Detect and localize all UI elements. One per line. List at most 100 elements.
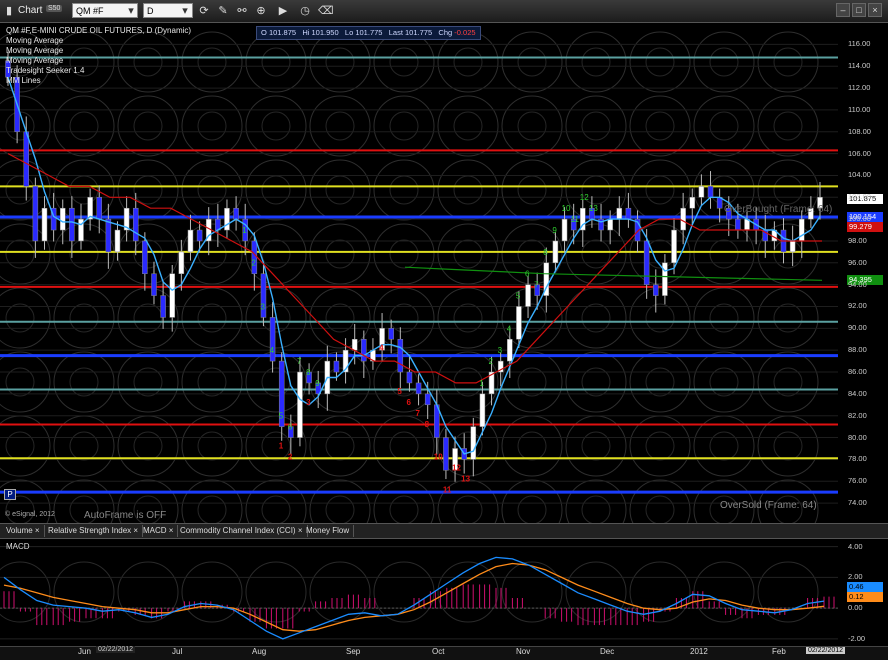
lattice-circle	[5, 111, 35, 141]
link-icon[interactable]: ⚯	[235, 4, 249, 18]
lattice-circle	[581, 239, 611, 269]
candle-body	[479, 393, 486, 427]
lattice-circle	[373, 223, 435, 285]
candle-body	[160, 295, 166, 318]
maximize-button[interactable]: □	[852, 3, 866, 17]
candle-body	[415, 382, 422, 395]
lattice-circle	[69, 303, 99, 333]
interval-dropdown-icon[interactable]: ▾	[178, 4, 192, 18]
candle-body	[196, 229, 203, 242]
lattice-circle	[373, 159, 435, 221]
change-label: Chg	[438, 28, 453, 37]
lattice-circle	[197, 111, 227, 141]
lattice-circle	[69, 111, 99, 141]
candle-body	[671, 229, 677, 264]
lattice-circle	[517, 47, 547, 77]
lattice-circle	[181, 351, 243, 413]
price-tick-label: 104.00	[848, 170, 871, 180]
price-tick-label: 82.00	[848, 410, 867, 420]
lattice-circle	[325, 431, 355, 461]
close-button[interactable]: ×	[868, 3, 882, 17]
legend-line: QM #F,E-MINI CRUDE OIL FUTURES, D (Dynam…	[6, 26, 192, 35]
x-tick-label: Feb	[772, 647, 786, 656]
p-marker-icon[interactable]: P	[4, 489, 16, 500]
price-tag: 99.279	[847, 221, 883, 232]
eraser-icon[interactable]: ⌫	[318, 4, 334, 18]
seq-number-red: 4	[379, 343, 384, 352]
minimize-button[interactable]: –	[836, 3, 850, 17]
lattice-circle	[693, 95, 755, 157]
lattice-circle	[453, 239, 483, 269]
candle-body	[32, 186, 39, 242]
candle-body	[41, 207, 48, 242]
macd-chart[interactable]	[0, 538, 888, 646]
candle-body	[361, 339, 367, 362]
legend-line: Tradesight Seeker 1.4	[6, 66, 85, 75]
lattice-circle	[261, 175, 291, 205]
refresh-icon[interactable]: ⟳	[197, 4, 211, 18]
lattice-circle	[261, 431, 291, 461]
lattice-circle	[709, 431, 739, 461]
lattice-circle	[69, 175, 99, 205]
lattice-circle	[501, 159, 563, 221]
seq-number-red: 10	[434, 453, 443, 462]
tab-volume[interactable]: Volume ×	[2, 525, 45, 537]
candle-body	[105, 218, 112, 253]
lattice-circle	[373, 95, 435, 157]
candle-body	[424, 393, 431, 406]
lattice-circle	[69, 239, 99, 269]
seq-number-green: 1	[479, 379, 484, 388]
x-tick-label: Jul	[172, 647, 183, 656]
lattice-circle	[757, 95, 819, 157]
price-tick-label: 106.00	[848, 148, 871, 158]
seq-number-green: 1	[242, 226, 247, 235]
lattice-circle	[501, 479, 563, 523]
candle-body	[142, 240, 148, 274]
lattice-circle	[325, 175, 355, 205]
lattice-circle	[709, 47, 739, 77]
price-tick-label: 86.00	[848, 367, 867, 377]
lattice-circle	[197, 495, 227, 523]
lattice-circle	[197, 175, 227, 205]
lattice-circle	[629, 479, 691, 523]
link-badge[interactable]: S50	[46, 5, 63, 12]
seq-number-red: 8	[425, 420, 430, 429]
lattice-circle	[261, 239, 291, 269]
price-chart[interactable]: 123456789 1234567891011121312345678101112…	[0, 22, 888, 523]
low-value: 101.775	[355, 28, 383, 37]
lattice-circle	[0, 287, 51, 349]
price-tick-label: 112.00	[848, 83, 871, 93]
tab-macd[interactable]: MACD ×	[139, 525, 179, 537]
lattice-circle	[773, 239, 803, 269]
lattice-circle	[581, 495, 611, 523]
lattice-circle	[501, 561, 563, 623]
price-tick-label: 98.00	[848, 235, 867, 245]
price-tick-label: 116.00	[848, 39, 871, 49]
lattice-circle	[5, 239, 35, 269]
seq-number-red: 7	[416, 409, 421, 418]
seq-number-green: 5	[516, 291, 521, 300]
zoom-icon[interactable]: ⊕	[254, 4, 268, 18]
symbol-dropdown-icon[interactable]: ▾	[124, 4, 138, 18]
macd-tick-label: 2.00	[848, 572, 863, 582]
lattice-circle	[389, 175, 419, 205]
clock-icon[interactable]: ◷	[298, 4, 312, 18]
seq-number-green: 7	[534, 281, 539, 290]
tab-label: Commodity Channel Index (CCI)	[180, 526, 296, 535]
lattice-circle	[325, 495, 355, 523]
lattice-circle	[629, 351, 691, 413]
lattice-circle	[325, 111, 355, 141]
price-tick-label: 78.00	[848, 454, 867, 464]
draw-pencil-icon[interactable]: ✎	[216, 4, 230, 18]
lattice-circle	[757, 31, 819, 93]
tab-money-flow[interactable]: Money Flow	[302, 525, 355, 537]
symbol-value: QM #F	[76, 6, 104, 16]
tab-rsi[interactable]: Relative Strength Index ×	[44, 525, 144, 537]
lattice-circle	[5, 495, 35, 523]
candle-body	[625, 207, 632, 220]
quote-box: O 101.875 Hi 101.950 Lo 101.775 Last 101…	[256, 26, 481, 40]
play-icon[interactable]: ▶	[276, 4, 290, 18]
candle-body	[132, 207, 139, 242]
tab-cci[interactable]: Commodity Channel Index (CCI) ×	[176, 525, 308, 537]
lattice-circle	[565, 95, 627, 157]
